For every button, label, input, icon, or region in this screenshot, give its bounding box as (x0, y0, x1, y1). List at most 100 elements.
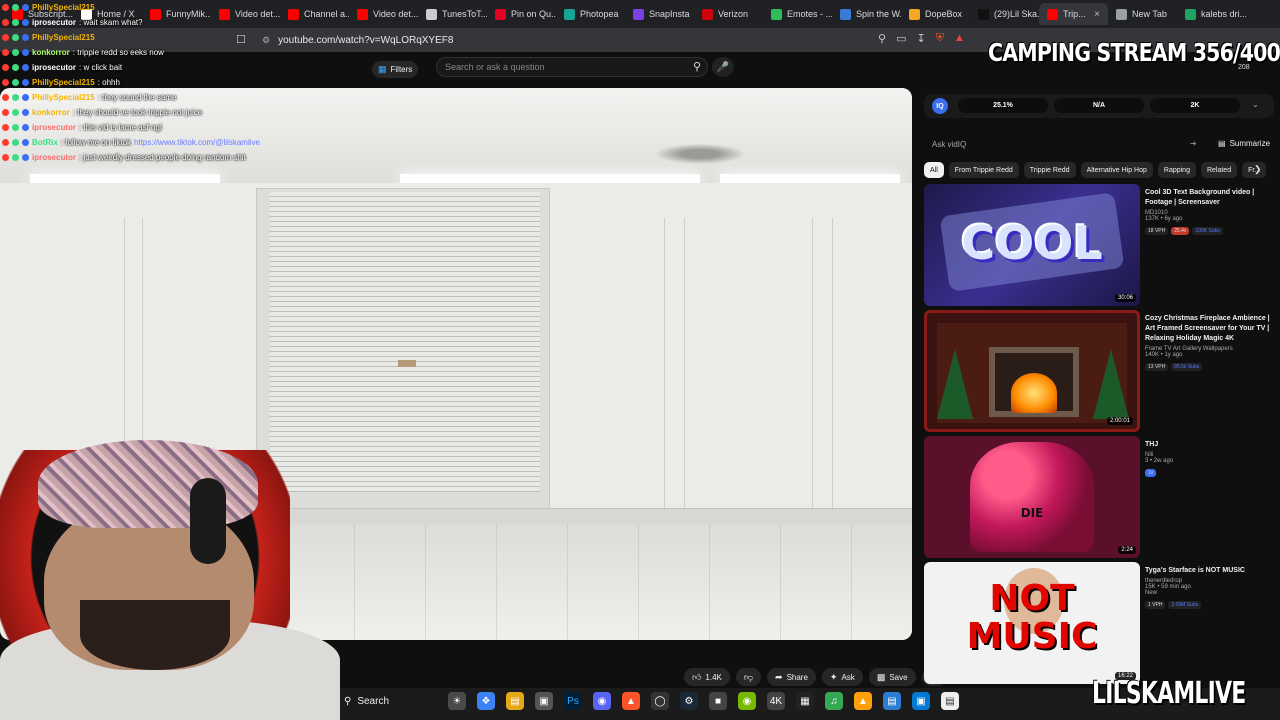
app-icon[interactable]: 4K (767, 692, 785, 710)
spotify-icon[interactable]: ♫ (825, 692, 843, 710)
chat-message: BotRix: follow me on tiktok https://www.t… (2, 135, 260, 149)
browser-tab[interactable]: Emotes - ... (763, 3, 832, 25)
stream-chat-overlay: PhillySpecial215 iprosecutor: wait skam w… (0, 0, 300, 170)
recommendation-card[interactable]: NOT MUSIC 16:22 Tyga's Starface is NOT M… (924, 562, 1276, 684)
chat-message: PhillySpecial215 (2, 0, 98, 14)
filter-chip[interactable]: Alternative Hip Hop (1080, 162, 1153, 178)
file-explorer-icon[interactable]: ▤ (506, 692, 524, 710)
chat-text: : trippie redd so eeks now (72, 47, 164, 57)
recommendation-card[interactable]: COOL 30:06 Cool 3D Text Background video… (924, 184, 1276, 306)
browser-tab[interactable]: Verizon (694, 3, 763, 25)
chevron-right-icon[interactable]: ❯ (1254, 164, 1262, 175)
filter-chip[interactable]: Rapping (1157, 162, 1196, 178)
browser-tab[interactable]: Video det... (349, 3, 418, 25)
chat-message: iprosecutor: just weirdly dressed people… (2, 150, 246, 164)
recommendation-card[interactable]: DIE 2:24 THJ Nili 3 • 2w ago 1x (924, 436, 1276, 558)
chat-message: PhillySpecial215: ohhh (2, 75, 120, 89)
browser-tab[interactable]: TunesToT... (418, 3, 487, 25)
ask-button[interactable]: ✦ Ask (821, 668, 863, 686)
tab-favicon-icon (1185, 8, 1196, 20)
tab-label: Verizon (718, 9, 749, 19)
screen: Subscript... Home / X FunnyMik... Video det… (0, 0, 1280, 720)
cast-icon[interactable]: ▭ (896, 32, 906, 45)
browser-tab[interactable]: Pin on Qu... (487, 3, 556, 25)
chevron-down-icon[interactable]: ⌄ (1252, 100, 1259, 109)
copilot-icon[interactable]: ❖ (477, 692, 495, 710)
app-icon[interactable]: ■ (709, 692, 727, 710)
save-button[interactable]: ▩ Save (868, 668, 916, 686)
tab-favicon-icon (978, 8, 989, 20)
video-title[interactable]: Cool 3D Text Background video | Footage … (1145, 188, 1273, 208)
browser-tab[interactable]: Trip... × (1039, 3, 1108, 25)
chat-text: : ohhh (97, 77, 120, 87)
browser-tab[interactable]: kalebs dri... (1177, 3, 1246, 25)
chat-text: : follow me on tiktok (60, 137, 132, 147)
share-button[interactable]: ➦ Share (767, 668, 816, 686)
photoshop-icon[interactable]: Ps (564, 692, 582, 710)
app-icon[interactable]: ▲ (854, 692, 872, 710)
brave-icon[interactable]: ▲ (622, 692, 640, 710)
zoom-icon[interactable]: ⚲ (878, 32, 886, 45)
thumbnail-text: NOT MUSIC (966, 578, 1098, 657)
browser-tab[interactable]: Spin the W... (832, 3, 901, 25)
window-icon[interactable]: ▣ (912, 692, 930, 710)
vidiq-logo-icon[interactable]: IQ (932, 98, 948, 114)
browser-tab[interactable]: (29)Lil Ska... (970, 3, 1039, 25)
microphone-icon[interactable]: 🎤 (712, 57, 734, 77)
ask-vidiq-input[interactable]: Ask vidIQ (932, 140, 966, 149)
capcut-icon[interactable]: ▦ (796, 692, 814, 710)
steam-icon[interactable]: ⚙ (680, 692, 698, 710)
browser-tab[interactable]: DopeBox (901, 3, 970, 25)
thumbnail-fire (1011, 373, 1057, 413)
address-tools: ⚲ ▭ ↧ ⛨ ▲ (878, 32, 965, 45)
filter-chip[interactable]: All (924, 162, 944, 178)
thumbnail-thj[interactable]: DIE 2:24 (924, 436, 1140, 558)
rewards-icon[interactable]: ▲ (954, 32, 965, 45)
chat-badge-icon (2, 48, 9, 56)
filter-chip[interactable]: From Trippie Redd (948, 162, 1019, 178)
url-field[interactable]: ⚙ youtube.com/watch?v=WqLORqXYEF8 (262, 31, 962, 49)
tab-favicon-icon (771, 8, 782, 20)
send-icon[interactable]: ➜ (1190, 139, 1197, 148)
filter-chip[interactable]: Trippie Redd (1023, 162, 1076, 178)
duration-badge: 2:24 (1118, 546, 1136, 554)
chat-username: PhillySpecial215 (32, 92, 95, 102)
taskbar-search[interactable]: ⚲ Search (344, 696, 389, 707)
search-icon[interactable]: ⚲ (693, 60, 701, 73)
search-input[interactable]: Search or ask a question ⚲ (436, 57, 708, 77)
widgets-icon[interactable]: ☀ (448, 692, 466, 710)
outlier-tag: 25.4x (1171, 227, 1190, 235)
tab-label: SnapInsta (649, 9, 690, 19)
browser-tab[interactable]: New Tab (1108, 3, 1177, 25)
thumbnail-not-music[interactable]: NOT MUSIC 16:22 (924, 562, 1140, 684)
brave-shield-icon[interactable]: ⛨ (936, 32, 944, 45)
notepad-icon[interactable]: ▤ (941, 692, 959, 710)
tab-label: DopeBox (925, 9, 963, 19)
download-icon[interactable]: ↧ (916, 32, 925, 45)
dislike-button[interactable]: 👎︎ (735, 668, 762, 686)
like-button[interactable]: 👍︎ 1.4K (684, 668, 730, 686)
nvidia-icon[interactable]: ◉ (738, 692, 756, 710)
chat-badge-icon (12, 78, 19, 86)
thumbnail-fireplace[interactable]: 2:00:01 (924, 310, 1140, 432)
close-tab-icon[interactable]: × (1094, 9, 1100, 20)
obs-icon[interactable]: ◯ (651, 692, 669, 710)
filters-button[interactable]: ▦ Filters (372, 61, 419, 78)
document-icon[interactable]: ▤ (883, 692, 901, 710)
duration-badge: 30:06 (1114, 294, 1136, 302)
browser-tab[interactable]: SnapInsta (625, 3, 694, 25)
thumbnail-cool[interactable]: COOL 30:06 (924, 184, 1140, 306)
video-title[interactable]: THJ (1145, 440, 1273, 450)
store-icon[interactable]: ▣ (535, 692, 553, 710)
chat-link[interactable]: https://www.tiktok.com/@lilskamlive (134, 138, 260, 147)
browser-tab[interactable]: Photopea (556, 3, 625, 25)
filter-chip[interactable]: Related (1200, 162, 1238, 178)
subs-tag: 2.09M Subs (1168, 601, 1202, 609)
summarize-button[interactable]: ▤ Summarize (1218, 139, 1270, 148)
search-placeholder: Search or ask a question (445, 62, 545, 72)
chat-username: PhillySpecial215 (32, 2, 95, 12)
recommendation-card[interactable]: 2:00:01 Cozy Christmas Fireplace Ambienc… (924, 310, 1276, 432)
discord-icon[interactable]: ◉ (593, 692, 611, 710)
video-title[interactable]: Tyga's Starface is NOT MUSIC (1145, 566, 1273, 576)
video-title[interactable]: Cozy Christmas Fireplace Ambience | Art … (1145, 314, 1273, 344)
